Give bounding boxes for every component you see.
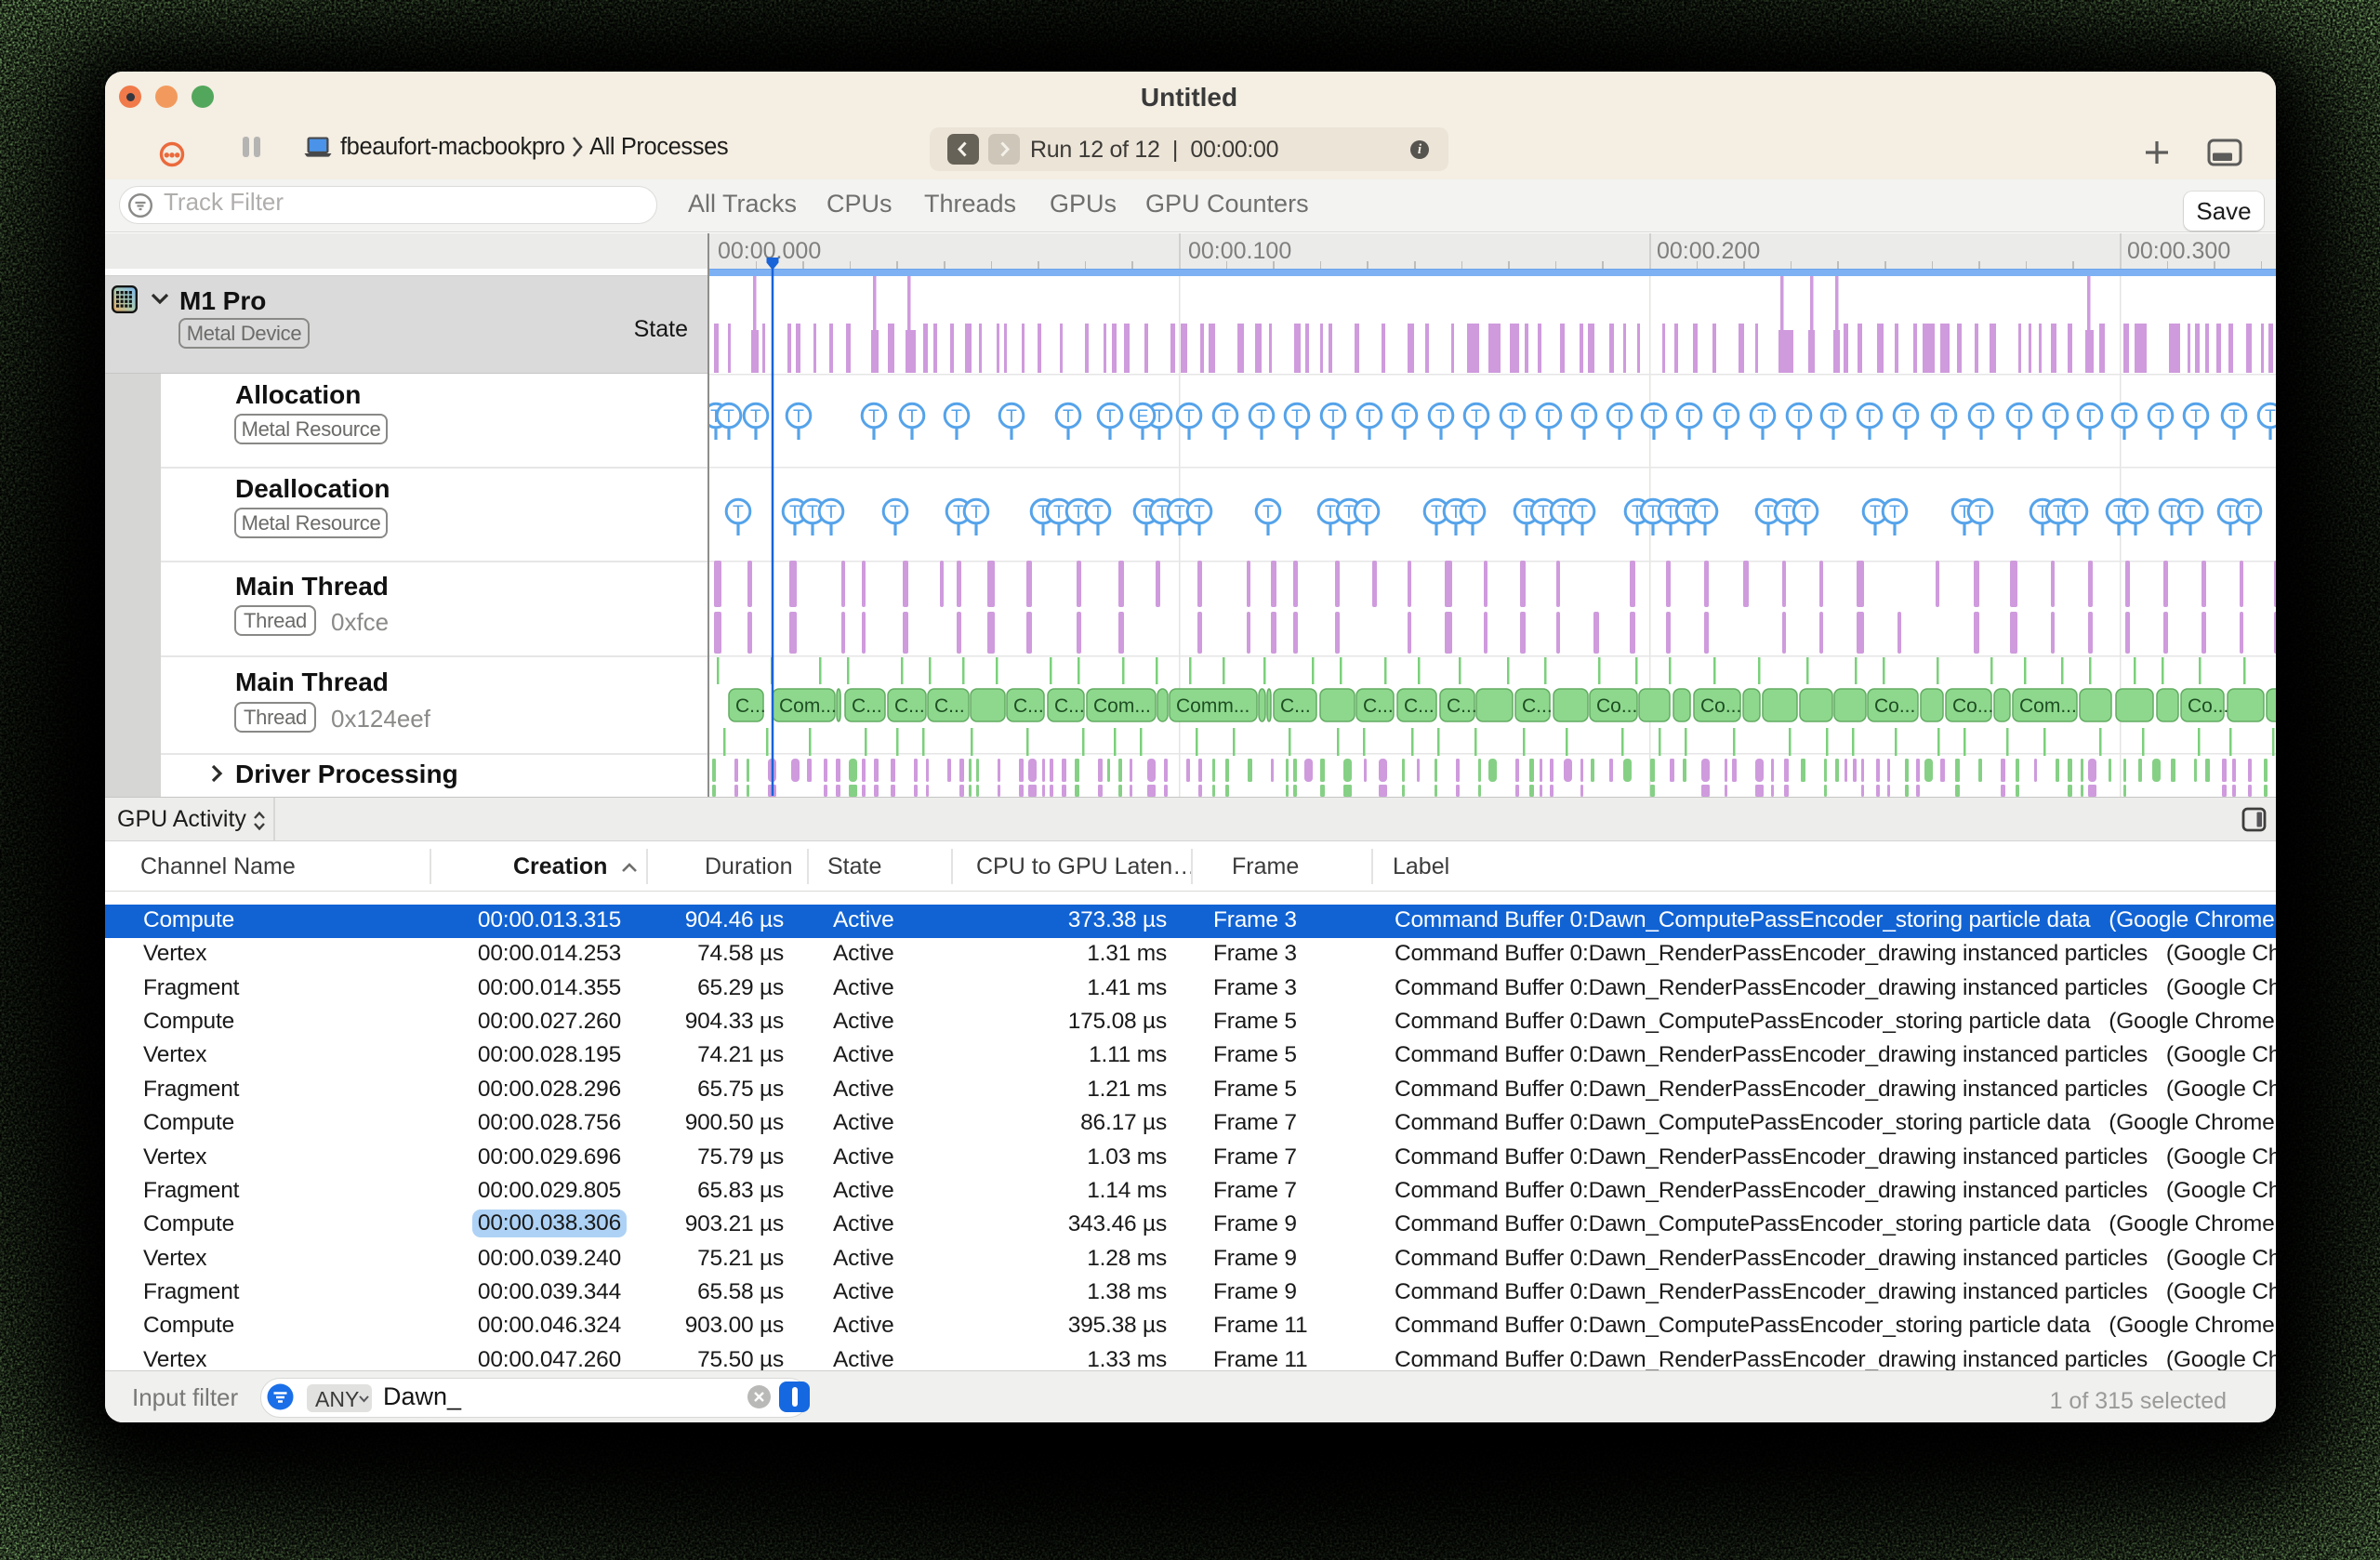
svg-text:C...: C... — [735, 695, 766, 717]
svg-text:T: T — [1699, 502, 1711, 522]
svg-text:T: T — [1543, 406, 1554, 427]
svg-text:T: T — [1538, 502, 1549, 522]
svg-text:T: T — [868, 406, 879, 427]
svg-text:T: T — [1614, 406, 1625, 427]
svg-text:T: T — [807, 502, 818, 522]
svg-text:T: T — [1073, 502, 1084, 522]
svg-text:Co...: Co... — [1700, 695, 1741, 717]
svg-text:T: T — [1174, 502, 1185, 522]
svg-text:T: T — [826, 502, 837, 522]
svg-text:T: T — [1364, 406, 1375, 427]
svg-text:C...: C... — [1404, 695, 1435, 717]
svg-text:T: T — [1938, 406, 1950, 427]
svg-text:Co...: Co... — [1596, 695, 1637, 717]
svg-text:T: T — [1889, 502, 1900, 522]
svg-text:T: T — [733, 502, 744, 522]
svg-text:T: T — [1328, 406, 1339, 427]
svg-text:T: T — [890, 502, 901, 522]
svg-text:T: T — [1800, 502, 1811, 522]
svg-text:T: T — [1399, 406, 1410, 427]
svg-text:T: T — [2228, 406, 2240, 427]
svg-text:T: T — [789, 502, 800, 522]
svg-text:T: T — [2185, 502, 2196, 522]
svg-text:C...: C... — [852, 695, 882, 717]
svg-text:C...: C... — [1522, 695, 1553, 717]
svg-text:T: T — [1063, 406, 1074, 427]
svg-text:T: T — [1431, 502, 1442, 522]
svg-text:T: T — [1721, 406, 1732, 427]
svg-text:C...: C... — [1013, 695, 1044, 717]
svg-text:Comm...: Comm... — [1176, 695, 1250, 717]
svg-text:T: T — [1557, 502, 1568, 522]
svg-text:T: T — [1579, 406, 1590, 427]
svg-text:T: T — [1183, 406, 1195, 427]
svg-text:T: T — [1343, 502, 1355, 522]
svg-text:T: T — [2119, 406, 2130, 427]
svg-text:T: T — [1900, 406, 1911, 427]
svg-text:C...: C... — [1363, 695, 1394, 717]
svg-text:T: T — [1665, 502, 1676, 522]
svg-text:T: T — [1870, 502, 1881, 522]
svg-text:T: T — [793, 406, 804, 427]
svg-text:T: T — [1471, 406, 1482, 427]
svg-text:T: T — [1104, 406, 1116, 427]
svg-text:Com...: Com... — [779, 695, 837, 717]
svg-text:T: T — [1157, 502, 1168, 522]
svg-text:T: T — [2130, 502, 2141, 522]
svg-text:Com...: Com... — [1093, 695, 1151, 717]
svg-text:T: T — [1263, 502, 1274, 522]
svg-text:T: T — [1053, 502, 1064, 522]
svg-text:C...: C... — [1447, 695, 1477, 717]
svg-text:Com...: Com... — [2019, 695, 2077, 717]
svg-text:T: T — [2243, 502, 2254, 522]
svg-text:T: T — [951, 406, 962, 427]
svg-text:T: T — [1325, 502, 1336, 522]
svg-text:T: T — [1092, 502, 1104, 522]
svg-text:T: T — [2069, 502, 2081, 522]
svg-text:C...: C... — [934, 695, 965, 717]
svg-text:T: T — [2155, 406, 2166, 427]
svg-text:C...: C... — [1280, 695, 1311, 717]
svg-text:E: E — [1136, 406, 1148, 427]
svg-text:T: T — [2050, 406, 2061, 427]
svg-text:T: T — [1467, 502, 1478, 522]
svg-text:T: T — [1507, 406, 1518, 427]
svg-text:T: T — [2225, 502, 2236, 522]
svg-text:T: T — [906, 406, 918, 427]
svg-text:C...: C... — [1054, 695, 1085, 717]
svg-text:T: T — [1976, 406, 1987, 427]
svg-text:T: T — [2084, 406, 2096, 427]
svg-text:T: T — [1435, 406, 1447, 427]
svg-text:T: T — [1864, 406, 1875, 427]
svg-text:T: T — [1793, 406, 1805, 427]
svg-text:T: T — [1220, 406, 1231, 427]
svg-text:T: T — [2190, 406, 2202, 427]
svg-text:T: T — [1684, 406, 1695, 427]
svg-text:T: T — [750, 406, 761, 427]
svg-text:T: T — [1361, 502, 1372, 522]
svg-text:T: T — [1647, 502, 1659, 522]
svg-text:T: T — [1975, 502, 1986, 522]
svg-text:T: T — [953, 502, 964, 522]
svg-text:Co...: Co... — [1952, 695, 1993, 717]
svg-text:T: T — [1291, 406, 1302, 427]
svg-text:T: T — [1648, 406, 1659, 427]
svg-text:T: T — [1828, 406, 1839, 427]
svg-text:T: T — [723, 406, 734, 427]
svg-text:T: T — [2166, 502, 2177, 522]
svg-text:T: T — [971, 502, 982, 522]
svg-text:T: T — [2014, 406, 2025, 427]
svg-text:T: T — [2265, 406, 2276, 427]
svg-text:Co...: Co... — [2188, 695, 2228, 717]
svg-text:T: T — [1577, 502, 1588, 522]
svg-text:T: T — [1256, 406, 1267, 427]
svg-text:Co...: Co... — [1874, 695, 1915, 717]
svg-text:T: T — [1194, 502, 1205, 522]
svg-text:T: T — [1757, 406, 1768, 427]
svg-text:T: T — [1763, 502, 1774, 522]
svg-text:C...: C... — [894, 695, 925, 717]
svg-text:T: T — [1781, 502, 1792, 522]
svg-text:T: T — [1006, 406, 1017, 427]
